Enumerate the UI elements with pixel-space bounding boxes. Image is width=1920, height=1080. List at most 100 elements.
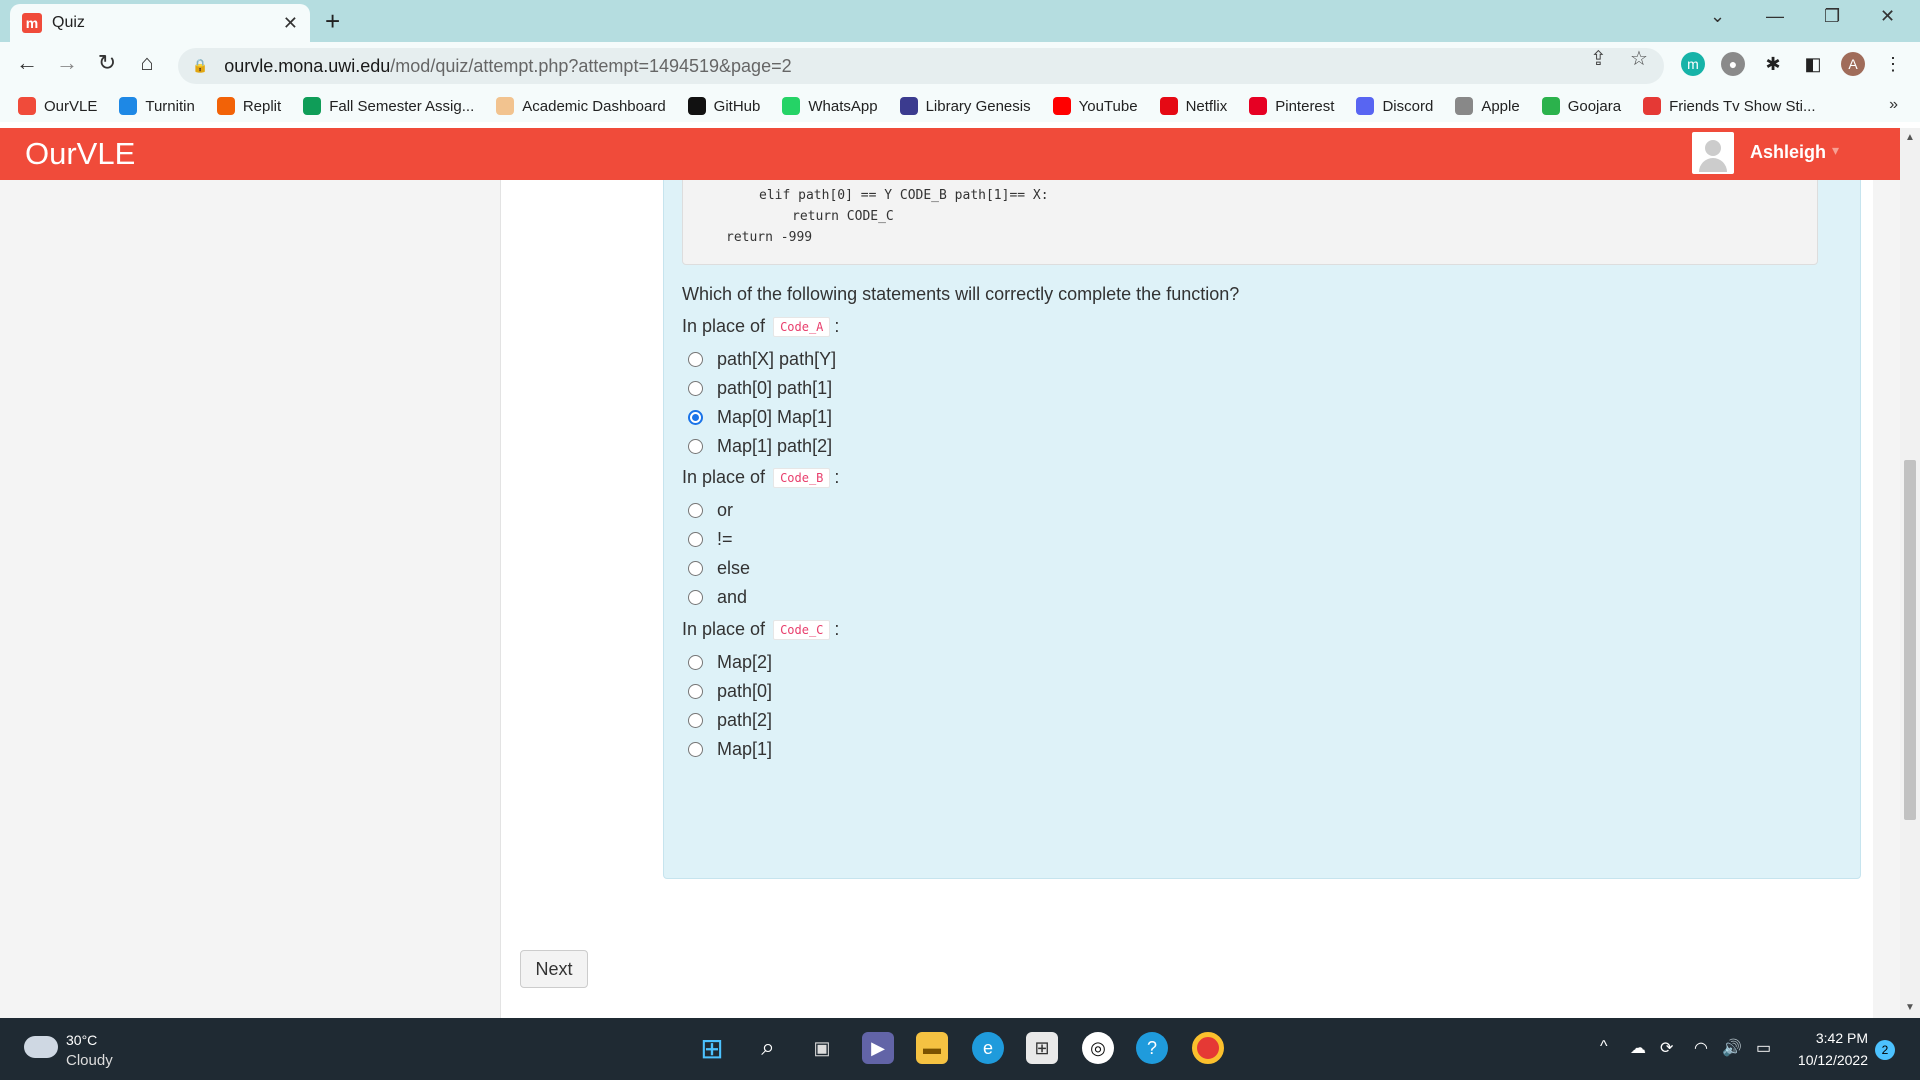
radio-button[interactable] [688, 713, 703, 728]
extension-m-icon[interactable]: m [1681, 52, 1705, 76]
radio-button[interactable] [688, 742, 703, 757]
extensions-puzzle-icon[interactable]: ✱ [1761, 52, 1785, 76]
answer-option[interactable]: != [688, 529, 733, 550]
browser-tab-quiz[interactable]: m Quiz ✕ [10, 4, 310, 42]
bookmark-star-icon[interactable]: ☆ [1630, 46, 1648, 71]
share-icon[interactable]: ⇪ [1590, 46, 1607, 71]
bookmark-fall-semester-assig[interactable]: Fall Semester Assig... [303, 97, 474, 115]
answer-option[interactable]: else [688, 558, 750, 579]
answer-option[interactable]: or [688, 500, 733, 521]
home-button[interactable]: ⌂ [132, 50, 162, 76]
address-bar[interactable]: 🔒 ourvle.mona.uwi.edu /mod/quiz/attempt.… [178, 48, 1664, 84]
radio-button[interactable] [688, 410, 703, 425]
bookmark-label: Fall Semester Assig... [329, 97, 475, 115]
bookmark-turnitin[interactable]: Turnitin [119, 97, 195, 115]
answer-option[interactable]: Map[0] Map[1] [688, 407, 832, 428]
weather-description[interactable]: Cloudy [66, 1052, 113, 1069]
bookmark-library-genesis[interactable]: Library Genesis [899, 97, 1031, 115]
windows-start-icon[interactable]: ⊞ [696, 1032, 728, 1064]
github-icon [687, 97, 706, 115]
volume-icon[interactable]: 🔊 [1722, 1038, 1742, 1058]
whatsapp-icon [782, 97, 801, 115]
forward-button[interactable]: → [52, 50, 82, 76]
site-brand[interactable]: OurVLE [25, 136, 135, 172]
page-scrollbar[interactable]: ▲ ▼ [1900, 128, 1920, 1018]
onedrive-icon[interactable]: ☁ [1630, 1038, 1646, 1058]
show-hidden-icons-icon[interactable]: ^ [1600, 1038, 1608, 1056]
answer-option-label: path[0] path[1] [717, 378, 833, 398]
bookmark-apple[interactable]: Apple [1455, 97, 1520, 115]
ourvle-icon [18, 97, 36, 115]
answer-option[interactable]: Map[2] [688, 652, 772, 673]
bookmark-replit[interactable]: Replit [216, 97, 281, 115]
search-icon[interactable]: ⌕ [752, 1032, 784, 1064]
minimize-button[interactable]: — [1766, 6, 1784, 27]
browser-menu-icon[interactable]: ⋮ [1881, 52, 1905, 76]
task-view-icon[interactable]: ▣ [806, 1032, 838, 1064]
answer-option[interactable]: and [688, 587, 747, 608]
help-icon[interactable]: ? [1136, 1032, 1168, 1064]
bookmark-youtube[interactable]: YouTube [1052, 97, 1138, 115]
answer-option[interactable]: Map[1] [688, 739, 772, 760]
notification-badge[interactable]: 2 [1875, 1040, 1895, 1060]
answer-group-label: In place of Code_C: [682, 619, 839, 640]
reload-button[interactable]: ↻ [92, 50, 122, 76]
bookmark-ourvle[interactable]: OurVLE [18, 97, 97, 115]
scroll-thumb[interactable] [1904, 460, 1916, 820]
microsoft-store-icon[interactable]: ⊞ [1026, 1032, 1058, 1064]
radio-button[interactable] [688, 503, 703, 518]
radio-button[interactable] [688, 684, 703, 699]
bookmark-netflix[interactable]: Netflix [1159, 97, 1227, 115]
bookmark-whatsapp[interactable]: WhatsApp [782, 97, 878, 115]
clock-date[interactable]: 10/12/2022 [1790, 1052, 1868, 1068]
radio-button[interactable] [688, 532, 703, 547]
answer-option[interactable]: path[0] path[1] [688, 378, 832, 399]
user-menu-caret-icon[interactable]: ▾ [1832, 142, 1839, 159]
bookmark-pinterest[interactable]: Pinterest [1249, 97, 1334, 115]
radio-button[interactable] [688, 439, 703, 454]
extension-cookie-icon[interactable]: ● [1721, 52, 1745, 76]
chrome-icon[interactable] [1192, 1032, 1224, 1064]
sync-icon[interactable]: ⟳ [1660, 1038, 1673, 1058]
cloud-icon[interactable] [24, 1036, 58, 1058]
app-circle-icon[interactable]: ◎ [1082, 1032, 1114, 1064]
edge-icon[interactable]: e [972, 1032, 1004, 1064]
user-avatar[interactable] [1692, 132, 1734, 174]
restore-button[interactable]: ❐ [1824, 6, 1840, 27]
wifi-icon[interactable]: ◠ [1694, 1038, 1708, 1058]
bookmark-github[interactable]: GitHub [687, 97, 760, 115]
bookmark-goojara[interactable]: Goojara [1541, 97, 1621, 115]
bookmark-academic-dashboard[interactable]: Academic Dashboard [496, 97, 666, 115]
clock-time[interactable]: 3:42 PM [1812, 1030, 1868, 1046]
teams-chat-icon[interactable]: ▶ [862, 1032, 894, 1064]
next-button[interactable]: Next [520, 950, 588, 988]
answer-option[interactable]: Map[1] path[2] [688, 436, 832, 457]
tab-search-icon[interactable]: ⌄ [1710, 6, 1725, 27]
bookmark-friends-tv-show-sti[interactable]: Friends Tv Show Sti... [1643, 97, 1816, 115]
side-panel-icon[interactable]: ◧ [1801, 52, 1825, 76]
back-button[interactable]: ← [12, 50, 42, 76]
radio-button[interactable] [688, 381, 703, 396]
profile-avatar[interactable]: A [1841, 52, 1865, 76]
bookmark-discord[interactable]: Discord [1356, 97, 1433, 115]
weather-temperature[interactable]: 30°C [66, 1032, 97, 1048]
lock-icon[interactable]: 🔒 [192, 58, 208, 74]
scroll-down-icon[interactable]: ▼ [1905, 1002, 1915, 1013]
close-tab-icon[interactable]: ✕ [283, 13, 298, 34]
code-line: elif path[0] == Y CODE_B path[1]== X: [759, 188, 1049, 203]
radio-button[interactable] [688, 561, 703, 576]
radio-button[interactable] [688, 590, 703, 605]
close-window-button[interactable]: ✕ [1880, 6, 1895, 27]
radio-button[interactable] [688, 655, 703, 670]
battery-icon[interactable]: ▭ [1756, 1038, 1771, 1058]
answer-option[interactable]: path[0] [688, 681, 772, 702]
scroll-up-icon[interactable]: ▲ [1905, 132, 1915, 143]
radio-button[interactable] [688, 352, 703, 367]
answer-option[interactable]: path[X] path[Y] [688, 349, 836, 370]
answer-option[interactable]: path[2] [688, 710, 772, 731]
more-bookmarks-icon[interactable]: » [1889, 96, 1898, 114]
file-explorer-icon[interactable]: ▬ [916, 1032, 948, 1064]
new-tab-button[interactable]: + [325, 6, 340, 37]
tab-strip: m Quiz ✕ + ⌄ — ❐ ✕ [0, 0, 1920, 42]
user-name[interactable]: Ashleigh [1750, 142, 1826, 163]
